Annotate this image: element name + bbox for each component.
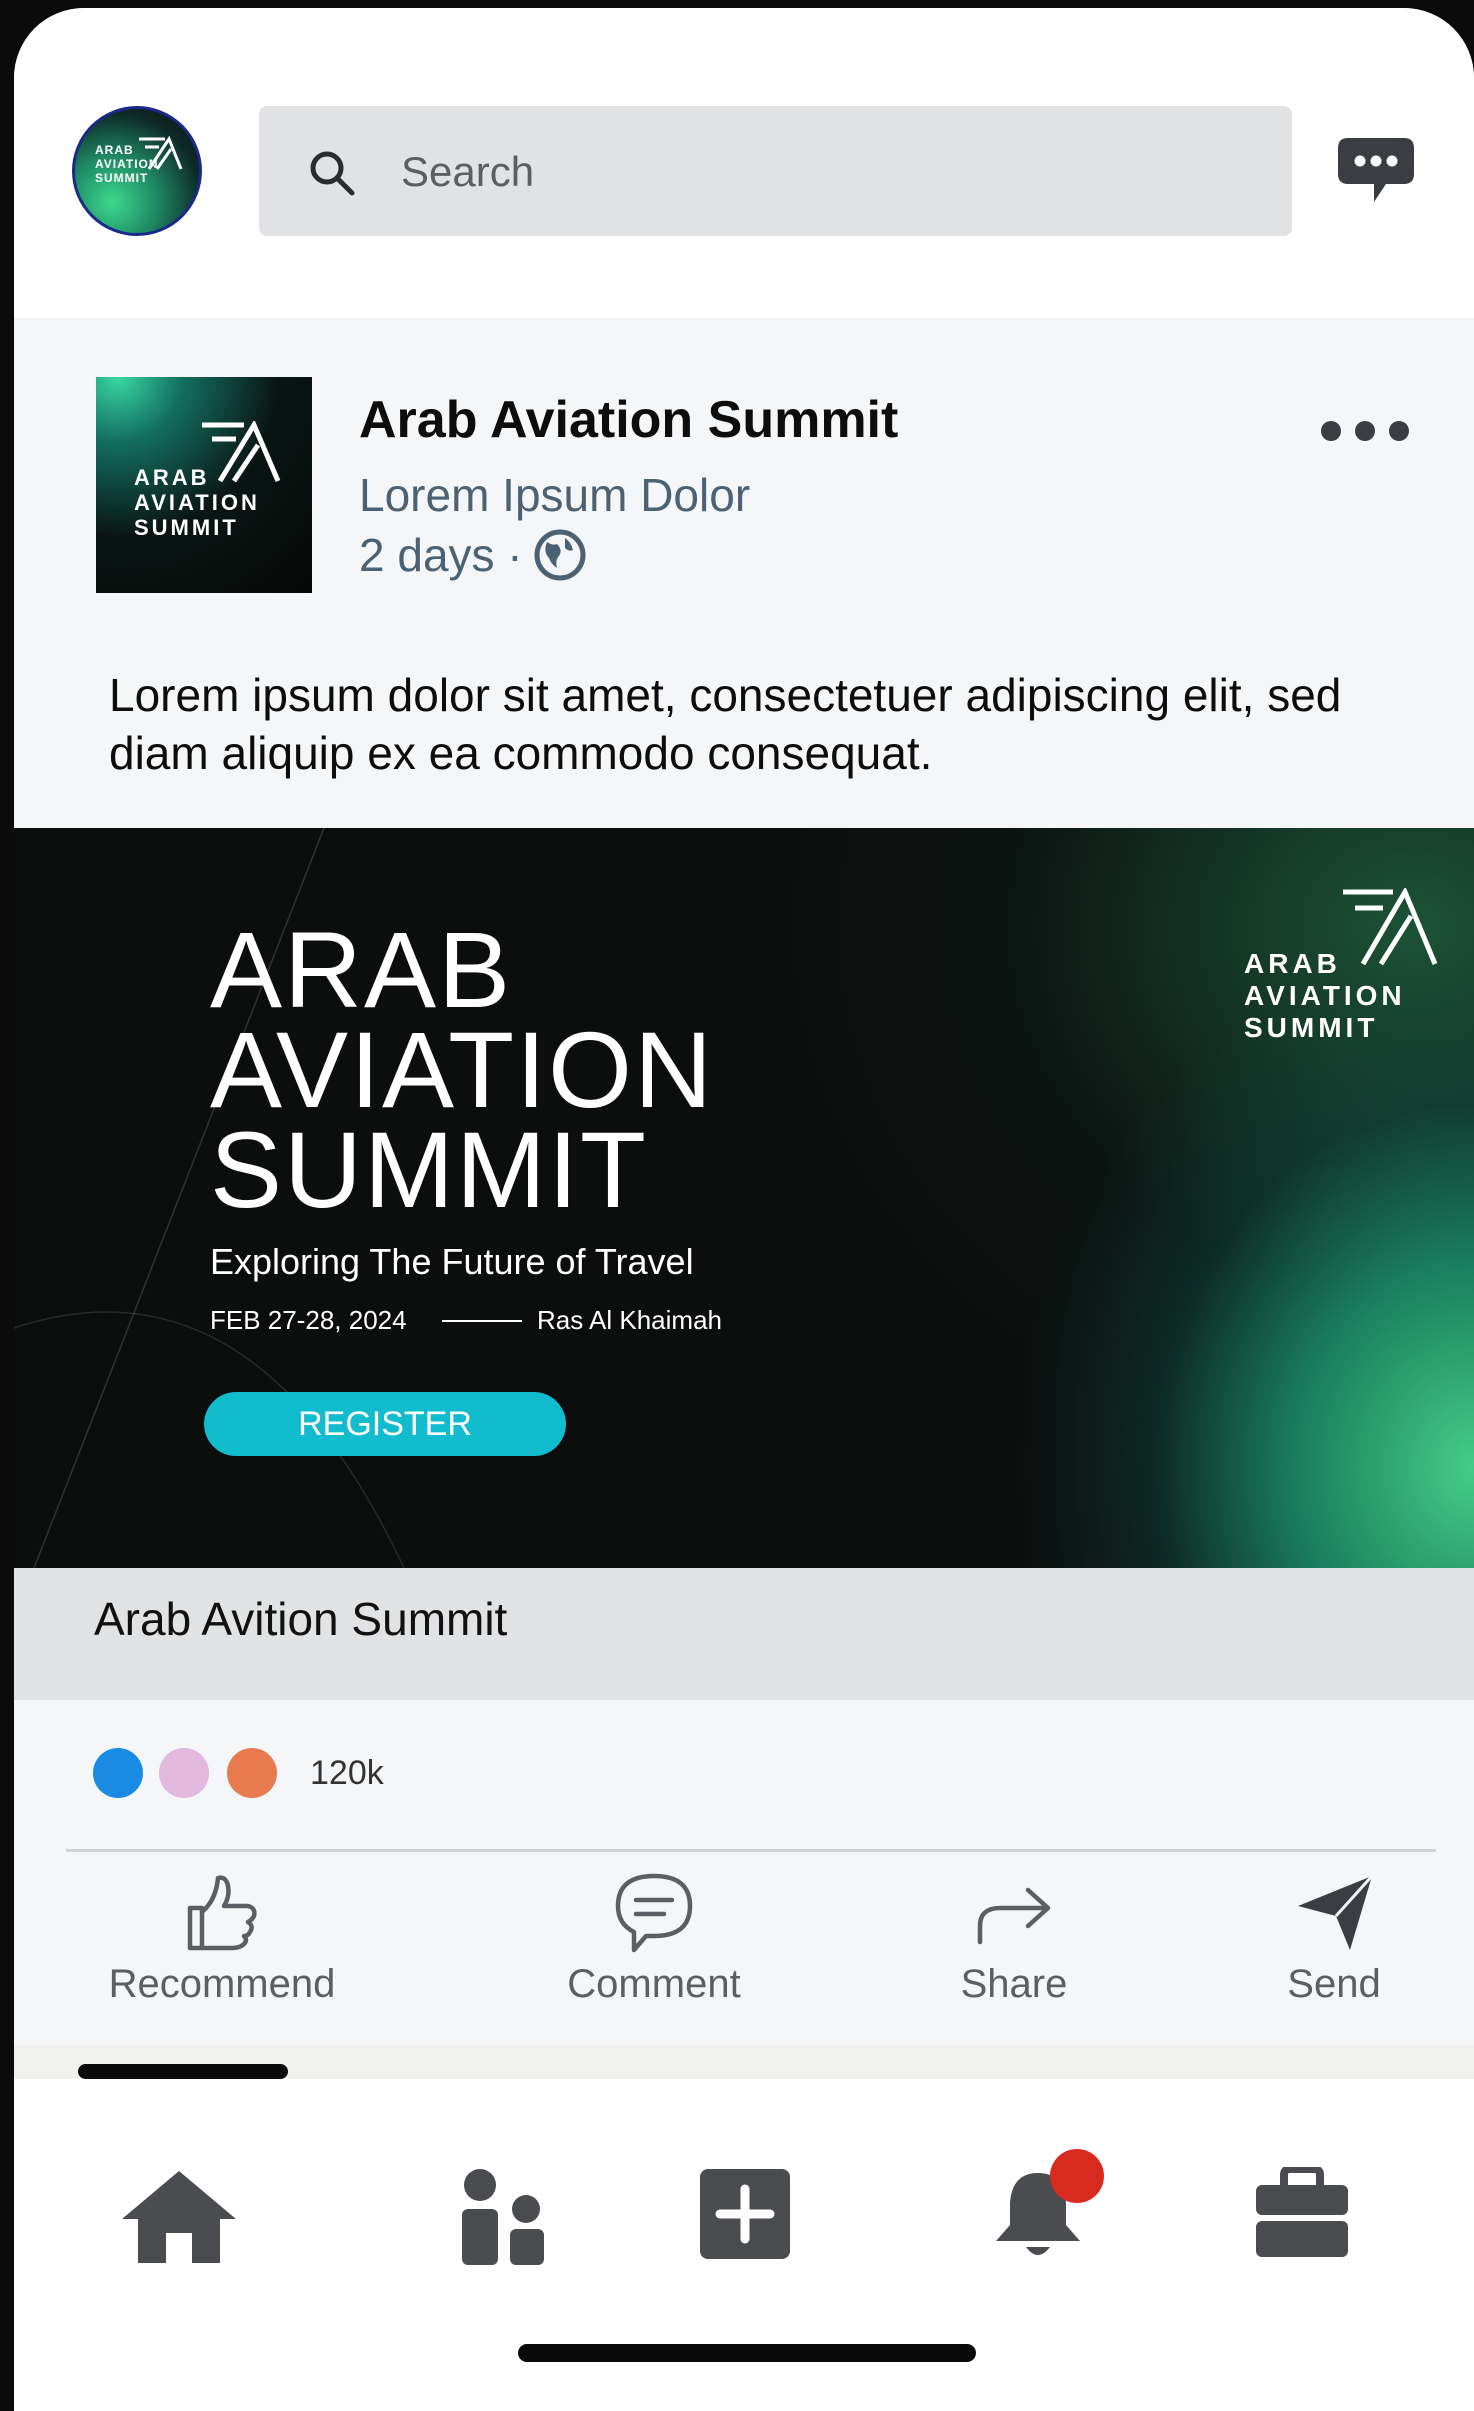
reaction-dot-1[interactable] (93, 1748, 143, 1798)
reaction-dot-2[interactable] (159, 1748, 209, 1798)
send-label: Send (1287, 1962, 1381, 2006)
messaging-icon[interactable] (1334, 134, 1418, 208)
bottom-navigation (14, 2064, 1474, 2411)
share-label: Share (960, 1962, 1068, 2006)
post-logo-line-1: ARAB (134, 465, 210, 490)
banner-logo-line-2: AVIATION (1244, 980, 1406, 1011)
comment-label: Comment (567, 1962, 741, 2006)
comment-icon (615, 1873, 693, 1953)
reactions-bar: 120k Recommend Comment Share Send (14, 1700, 1474, 2045)
more-options-icon[interactable] (1318, 418, 1412, 444)
post-body-text: Lorem ipsum dolor sit amet, consectetuer… (109, 669, 1342, 779)
post-time: 2 days · (359, 529, 523, 581)
recommend-label: Recommend (108, 1962, 336, 2006)
nav-my-network[interactable] (460, 2167, 546, 2270)
post-logo-text: ARAB AVIATION SUMMIT (134, 465, 260, 540)
caption-title: Arab Avition Summit (94, 1593, 508, 1645)
top-bar: ARAB AVIATION SUMMIT (14, 8, 1474, 318)
recommend-button[interactable]: Recommend (92, 1870, 352, 2020)
register-button[interactable]: REGISTER (204, 1392, 566, 1456)
banner-title-line-2: AVIATION (210, 1009, 715, 1130)
share-button[interactable]: Share (914, 1870, 1114, 2020)
banner-logo-line-1: ARAB (1244, 948, 1341, 979)
jobs-briefcase-icon (1256, 2165, 1348, 2257)
avatar-logo-line-3: SUMMIT (95, 171, 149, 185)
post-logo-line-2: AVIATION (134, 490, 260, 515)
nav-post[interactable] (698, 2167, 792, 2264)
notification-badge (1050, 2149, 1104, 2203)
post-author-logo[interactable]: ARAB AVIATION SUMMIT (96, 377, 312, 593)
avatar-logo: ARAB AVIATION SUMMIT (95, 135, 183, 185)
banner-date: FEB 27-28, 2024 (210, 1305, 407, 1335)
post-logo-line-3: SUMMIT (134, 515, 239, 540)
reaction-count[interactable]: 120k (310, 1748, 384, 1798)
post-link-caption[interactable]: Arab Avition Summit (14, 1568, 1474, 1700)
home-icon (122, 2171, 236, 2263)
network-icon (462, 2169, 544, 2265)
send-button[interactable]: Send (1234, 1870, 1434, 2020)
summit-logo-icon (139, 135, 183, 170)
post-add-icon (700, 2169, 790, 2259)
active-tab-indicator (78, 2064, 288, 2079)
reaction-dot-3[interactable] (227, 1748, 277, 1798)
nav-home[interactable] (120, 2167, 238, 2270)
divider (66, 1849, 1436, 1852)
post-author-subtitle: Lorem Ipsum Dolor (359, 469, 751, 521)
search-icon (310, 151, 355, 196)
banner-location: Ras Al Khaimah (537, 1305, 722, 1335)
home-indicator (518, 2344, 976, 2362)
comment-button[interactable]: Comment (534, 1870, 774, 2020)
banner-title-line-3: SUMMIT (210, 1109, 648, 1230)
search-bar[interactable] (259, 106, 1292, 236)
banner-title-line-1: ARAB (210, 909, 513, 1030)
post-banner-image[interactable]: ARAB AVIATION SUMMIT Exploring The Futur… (14, 828, 1474, 1568)
search-input[interactable] (399, 136, 1203, 208)
send-icon (1298, 1874, 1374, 1950)
thumbs-up-icon (187, 1875, 257, 1951)
post-meta: 2 days · (359, 528, 587, 582)
post-author-name[interactable]: Arab Aviation Summit (359, 390, 898, 450)
banner-tagline: Exploring The Future of Travel (210, 1241, 694, 1282)
nav-jobs[interactable] (1254, 2165, 1350, 2262)
profile-avatar[interactable]: ARAB AVIATION SUMMIT (72, 106, 202, 236)
globe-icon (534, 529, 586, 581)
banner-title: ARAB AVIATION SUMMIT (210, 909, 715, 1230)
feed-post: ARAB AVIATION SUMMIT Arab Aviation Summi… (14, 318, 1474, 828)
banner-separator (442, 1320, 522, 1322)
phone-screen: ARAB AVIATION SUMMIT ARAB (14, 8, 1474, 2411)
banner-logo-line-3: SUMMIT (1244, 1012, 1379, 1043)
share-arrow-icon (977, 1887, 1051, 1945)
